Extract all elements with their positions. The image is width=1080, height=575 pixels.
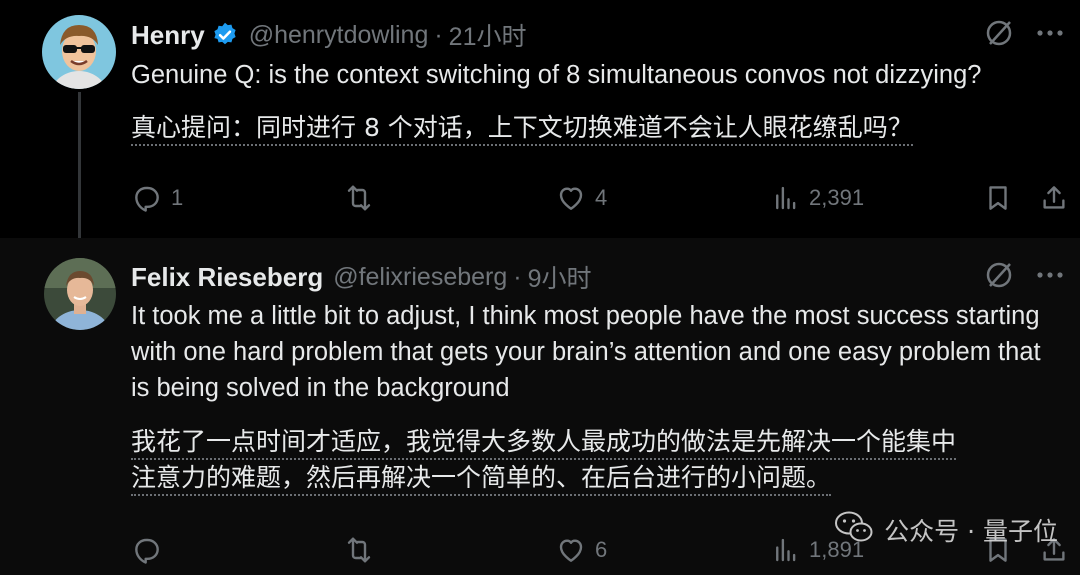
- translated-line: 我花了一点时间才适应，我觉得大多数人最成功的做法是先解决一个能集中: [131, 427, 957, 460]
- user-handle[interactable]: @felixrieseberg: [333, 263, 507, 292]
- bookmark-button[interactable]: [983, 178, 1013, 218]
- view-count: 2,391: [809, 185, 865, 210]
- tweet-text: Genuine Q: is the context switching of 8…: [131, 61, 982, 89]
- tweet-header: Henry @henrytdowling · 21小时: [131, 16, 526, 54]
- reply-button[interactable]: 1: [131, 178, 183, 218]
- translated-line: 注意力的难题，然后再解决一个简单的、在后台进行的小问题。: [131, 463, 832, 496]
- like-count: 6: [595, 537, 608, 562]
- display-name[interactable]: Henry: [131, 20, 205, 51]
- retweet-button[interactable]: [343, 530, 383, 570]
- reply-icon: [135, 186, 159, 212]
- grok-icon[interactable]: [984, 260, 1014, 290]
- tweet-top-actions: [984, 260, 1064, 290]
- reply-count: 1: [171, 185, 184, 210]
- watermark-text: 公众号 · 量子位: [884, 517, 1058, 546]
- heart-icon: [559, 187, 583, 210]
- reply-button[interactable]: [131, 530, 171, 570]
- separator-dot: ·: [513, 262, 522, 291]
- share-button[interactable]: [1039, 178, 1069, 218]
- analytics-icon: [776, 538, 796, 562]
- tweet-top-actions: [984, 18, 1064, 48]
- translated-text: 真心提问：同时进行 8 个对话，上下文切换难道不会让人眼花缭乱吗？: [131, 110, 913, 146]
- translated-line: 真心提问：同时进行 8 个对话，上下文切换难道不会让人眼花缭乱吗？: [131, 113, 913, 146]
- analytics-icon: [776, 186, 796, 210]
- like-button[interactable]: 4: [555, 178, 607, 218]
- action-bar: 1 4 2,391: [131, 178, 1065, 218]
- avatar-felix[interactable]: [44, 258, 116, 330]
- translated-text: 我花了一点时间才适应，我觉得大多数人最成功的做法是先解决一个能集中 注意力的难题…: [131, 424, 1061, 496]
- display-name[interactable]: Felix Rieseberg: [131, 262, 323, 293]
- tweet-header: Felix Rieseberg @felixrieseberg · 9小时: [131, 258, 592, 296]
- timestamp[interactable]: 9小时: [528, 259, 592, 295]
- like-button[interactable]: 6: [555, 530, 607, 570]
- retweet-icon: [347, 185, 371, 211]
- thread-connector: [78, 92, 81, 250]
- grok-icon[interactable]: [984, 18, 1014, 48]
- share-icon: [1043, 186, 1065, 209]
- timestamp[interactable]: 21小时: [449, 17, 527, 53]
- wechat-icon: [834, 510, 874, 550]
- tweet-henry[interactable]: Henry @henrytdowling · 21小时 Genuine Q: i…: [0, 0, 1080, 250]
- more-options-icon[interactable]: [1036, 271, 1064, 279]
- retweet-icon: [347, 537, 371, 563]
- heart-icon: [559, 539, 583, 562]
- views-button[interactable]: 2,391: [771, 178, 864, 218]
- tweet-text: It took me a little bit to adjust, I thi…: [131, 302, 1041, 402]
- separator-dot: ·: [434, 20, 443, 49]
- avatar-henry[interactable]: [42, 15, 116, 89]
- verified-badge-icon: [211, 21, 239, 49]
- watermark: 公众号 · 量子位: [834, 510, 1058, 550]
- like-count: 4: [595, 185, 608, 210]
- user-handle[interactable]: @henrytdowling: [249, 21, 429, 50]
- more-options-icon[interactable]: [1036, 29, 1064, 37]
- reply-icon: [135, 538, 159, 564]
- bookmark-icon: [989, 186, 1007, 210]
- retweet-button[interactable]: [343, 178, 383, 218]
